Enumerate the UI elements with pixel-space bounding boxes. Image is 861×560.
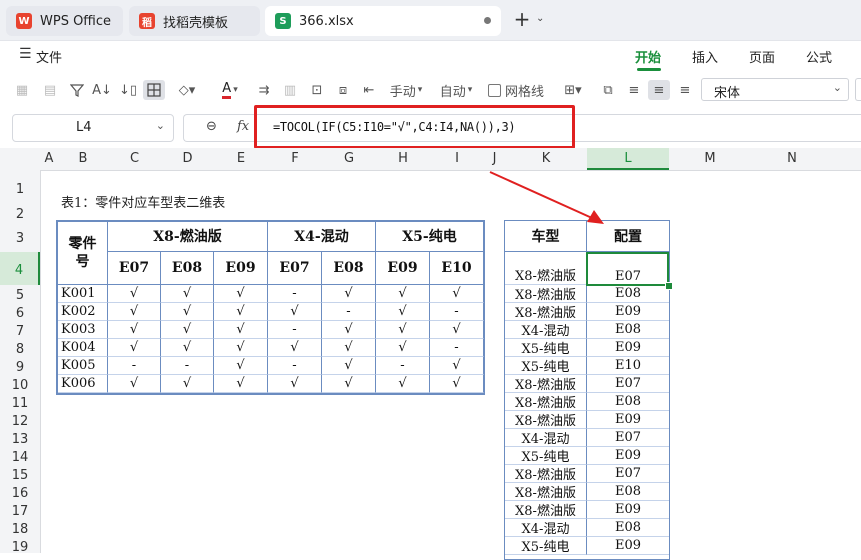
check-cell[interactable]: - xyxy=(430,303,484,321)
config-code-header[interactable]: E09 xyxy=(214,252,268,285)
model-group-header[interactable]: X8-燃油版 xyxy=(108,221,268,252)
part-number-header[interactable]: 零件号 xyxy=(58,221,108,285)
check-cell[interactable]: √ xyxy=(108,321,161,339)
config-cell[interactable]: E08 xyxy=(587,519,669,537)
model-cell[interactable]: X5-纯电 xyxy=(505,447,587,465)
check-cell[interactable]: √ xyxy=(214,303,268,321)
config-header[interactable]: 配置 xyxy=(587,221,669,252)
check-cell[interactable]: √ xyxy=(108,285,161,303)
check-cell[interactable]: √ xyxy=(322,357,376,375)
check-cell[interactable]: - xyxy=(430,339,484,357)
check-cell[interactable]: √ xyxy=(161,303,214,321)
check-cell[interactable]: √ xyxy=(268,375,322,393)
check-cell[interactable]: √ xyxy=(376,321,430,339)
config-cell[interactable]: E08 xyxy=(587,483,669,501)
config-cell[interactable]: E08 xyxy=(587,285,669,303)
model-header[interactable]: 车型 xyxy=(505,221,587,252)
config-cell[interactable]: E10 xyxy=(587,357,669,375)
check-cell[interactable]: - xyxy=(376,357,430,375)
sheet-area: 零件号 X8-燃油版 X4-混动 X5-纯电 E07 E08 E09 E07 E08 E09 E10… xyxy=(0,0,861,560)
part-number-cell[interactable]: K006 xyxy=(58,375,108,393)
check-cell[interactable]: - xyxy=(268,357,322,375)
check-cell[interactable]: - xyxy=(108,357,161,375)
check-cell[interactable]: √ xyxy=(161,285,214,303)
config-cell[interactable]: E09 xyxy=(587,339,669,357)
model-cell[interactable]: X4-混动 xyxy=(505,519,587,537)
check-cell[interactable]: √ xyxy=(376,285,430,303)
model-cell[interactable]: X4-混动 xyxy=(505,321,587,339)
fill-handle[interactable] xyxy=(665,282,673,290)
check-cell[interactable]: - xyxy=(322,303,376,321)
check-cell[interactable]: √ xyxy=(214,339,268,357)
part-number-cell[interactable]: K005 xyxy=(58,357,108,375)
config-code-header[interactable]: E08 xyxy=(322,252,376,285)
check-cell[interactable]: √ xyxy=(108,303,161,321)
config-cell[interactable]: E09 xyxy=(587,537,669,555)
check-cell[interactable]: √ xyxy=(430,375,484,393)
config-cell[interactable]: E07 xyxy=(587,375,669,393)
model-cell[interactable]: X8-燃油版 xyxy=(505,375,587,393)
check-cell[interactable]: √ xyxy=(376,303,430,321)
config-cell[interactable]: E09 xyxy=(587,411,669,429)
check-cell[interactable]: √ xyxy=(214,285,268,303)
check-cell[interactable]: √ xyxy=(161,321,214,339)
check-cell[interactable]: √ xyxy=(322,321,376,339)
selected-cell-l4[interactable] xyxy=(586,252,669,286)
check-cell[interactable]: √ xyxy=(268,339,322,357)
model-cell[interactable]: X4-混动 xyxy=(505,429,587,447)
check-cell[interactable]: √ xyxy=(214,375,268,393)
check-cell[interactable]: √ xyxy=(322,339,376,357)
model-cell[interactable]: X8-燃油版 xyxy=(505,285,587,303)
config-code-header[interactable]: E08 xyxy=(161,252,214,285)
check-cell[interactable]: √ xyxy=(322,375,376,393)
config-code-header[interactable]: E07 xyxy=(268,252,322,285)
config-cell[interactable]: E08 xyxy=(587,321,669,339)
model-cell[interactable]: X8-燃油版 xyxy=(505,393,587,411)
config-cell[interactable]: E09 xyxy=(587,303,669,321)
model-group-header[interactable]: X4-混动 xyxy=(268,221,376,252)
model-cell[interactable]: X5-纯电 xyxy=(505,339,587,357)
part-number-cell[interactable]: K002 xyxy=(58,303,108,321)
check-cell[interactable]: √ xyxy=(430,285,484,303)
model-cell[interactable]: X5-纯电 xyxy=(505,357,587,375)
check-cell[interactable]: - xyxy=(268,285,322,303)
model-group-header[interactable]: X5-纯电 xyxy=(376,221,484,252)
check-cell[interactable]: √ xyxy=(161,339,214,357)
model-cell[interactable]: X8-燃油版 xyxy=(505,501,587,519)
check-cell[interactable]: √ xyxy=(214,357,268,375)
config-code-header[interactable]: E07 xyxy=(108,252,161,285)
check-cell[interactable]: √ xyxy=(161,375,214,393)
check-cell[interactable]: √ xyxy=(376,375,430,393)
config-code-header[interactable]: E09 xyxy=(376,252,430,285)
check-cell[interactable]: √ xyxy=(376,339,430,357)
check-cell[interactable]: √ xyxy=(108,339,161,357)
part-number-cell[interactable]: K004 xyxy=(58,339,108,357)
model-cell[interactable]: X8-燃油版 xyxy=(505,411,587,429)
check-cell[interactable]: √ xyxy=(430,321,484,339)
model-cell[interactable]: X8-燃油版 xyxy=(505,303,587,321)
model-cell[interactable]: X8-燃油版 xyxy=(505,465,587,483)
check-cell[interactable]: - xyxy=(268,321,322,339)
config-code-header[interactable]: E10 xyxy=(430,252,484,285)
check-cell[interactable]: √ xyxy=(214,321,268,339)
config-cell[interactable]: E09 xyxy=(587,447,669,465)
part-number-cell[interactable]: K001 xyxy=(58,285,108,303)
config-cell[interactable]: E08 xyxy=(587,393,669,411)
config-cell[interactable]: E09 xyxy=(587,501,669,519)
part-number-cell[interactable]: K003 xyxy=(58,321,108,339)
model-cell[interactable]: X8-燃油版 xyxy=(505,483,587,501)
model-cell[interactable]: X8-燃油版 xyxy=(505,252,587,285)
check-cell[interactable]: √ xyxy=(430,357,484,375)
check-cell[interactable]: √ xyxy=(322,285,376,303)
model-cell[interactable]: X5-纯电 xyxy=(505,537,587,555)
config-cell[interactable]: E07 xyxy=(587,429,669,447)
config-cell[interactable]: E07 xyxy=(587,465,669,483)
check-cell[interactable]: - xyxy=(161,357,214,375)
check-cell[interactable]: √ xyxy=(268,303,322,321)
check-cell[interactable]: √ xyxy=(108,375,161,393)
